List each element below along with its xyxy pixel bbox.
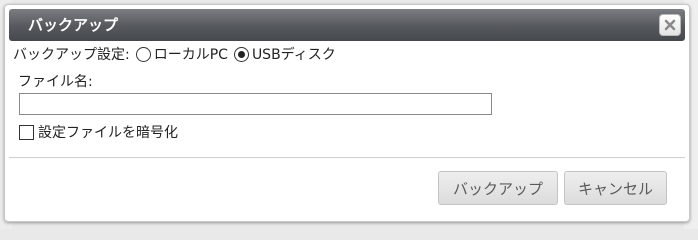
- radio-local-pc[interactable]: [135, 46, 151, 62]
- filename-input[interactable]: [19, 93, 492, 115]
- close-icon: [664, 19, 676, 31]
- radio-usb-disk[interactable]: [233, 46, 249, 62]
- dialog-titlebar: バックアップ: [9, 9, 685, 41]
- encrypt-option[interactable]: 設定ファイルを暗号化: [19, 123, 178, 141]
- backup-setting-label: バックアップ設定:: [13, 47, 130, 63]
- radio-option-local-pc[interactable]: ローカルPC: [135, 44, 228, 64]
- cancel-button[interactable]: キャンセル: [564, 171, 667, 205]
- backup-setting-row: バックアップ設定: ローカルPC USBディスク: [13, 43, 342, 65]
- close-button[interactable]: [659, 14, 681, 36]
- filename-label: ファイル名:: [18, 74, 93, 90]
- encrypt-label: 設定ファイルを暗号化: [38, 125, 178, 141]
- radio-local-pc-label: ローカルPC: [153, 47, 228, 63]
- dialog-title: バックアップ: [28, 16, 119, 34]
- radio-option-usb-disk[interactable]: USBディスク: [233, 44, 336, 64]
- dialog-divider: [9, 157, 685, 158]
- backup-target-radio-group: ローカルPC USBディスク: [135, 44, 342, 64]
- backup-dialog: バックアップ バックアップ設定: ローカルPC USBディスク ファイル名: 設…: [4, 4, 690, 222]
- encrypt-checkbox[interactable]: [19, 124, 34, 140]
- backup-button[interactable]: バックアップ: [438, 171, 558, 205]
- radio-usb-disk-label: USBディスク: [251, 47, 336, 63]
